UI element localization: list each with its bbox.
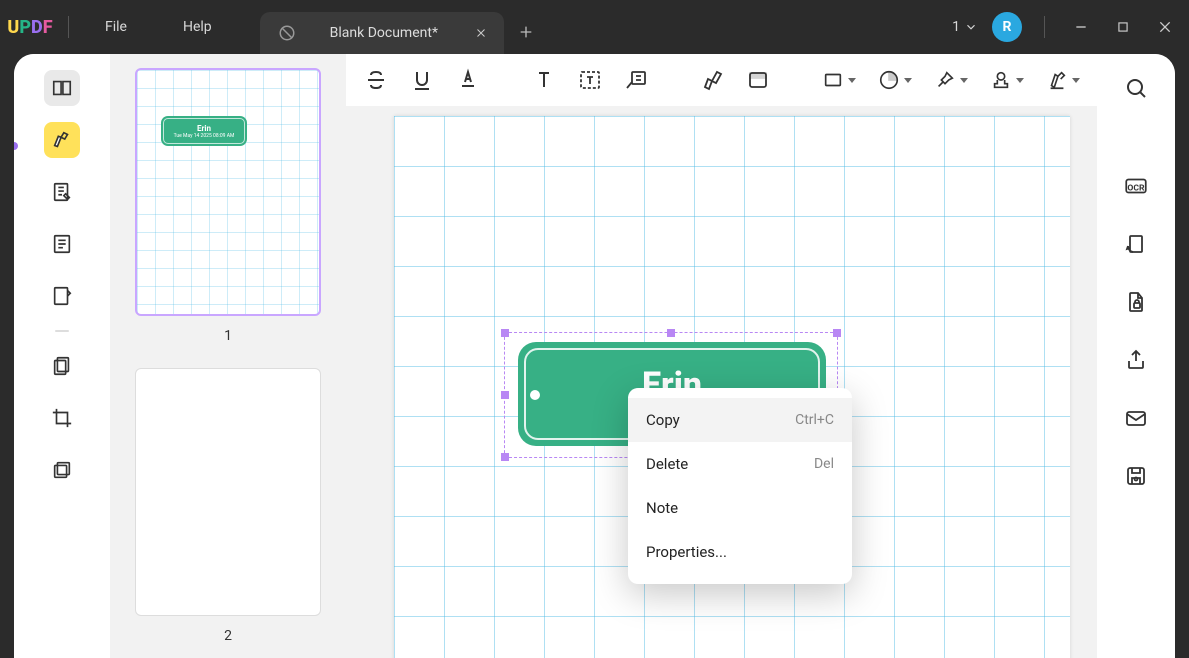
thumb-number: 2 xyxy=(224,628,232,644)
resize-handle-bl[interactable] xyxy=(501,453,509,461)
separator xyxy=(55,330,69,332)
mini-sign: Erin Tue May 14 2025 08:09 AM xyxy=(161,116,247,146)
thumb-number: 1 xyxy=(224,328,232,344)
reader-tool-icon[interactable] xyxy=(44,70,80,106)
text-color-icon[interactable] xyxy=(456,65,480,95)
stamp-icon[interactable] xyxy=(990,65,1024,95)
highlight-icon[interactable] xyxy=(700,65,724,95)
titlebar: UPDF File Help Blank Document* 1 R xyxy=(0,0,1189,54)
edit-tool-icon[interactable] xyxy=(44,174,80,210)
minimize-button[interactable] xyxy=(1067,13,1095,41)
page-indicator-label: 1 xyxy=(952,19,960,35)
context-menu-note[interactable]: Note xyxy=(628,486,852,530)
new-tab-button[interactable] xyxy=(508,10,544,54)
maximize-button[interactable] xyxy=(1109,13,1137,41)
format-toolbar xyxy=(346,54,1097,106)
page[interactable]: Erin Tue M Copy Ctrl+C Delete xyxy=(394,116,1070,658)
help-menu[interactable]: Help xyxy=(155,19,240,35)
highlight-tool-icon[interactable] xyxy=(44,122,80,158)
page-indicator[interactable]: 1 xyxy=(952,19,978,35)
mini-grid xyxy=(137,70,319,314)
text-tool-icon[interactable] xyxy=(44,226,80,262)
thumbnail-panel: Erin Tue May 14 2025 08:09 AM 1 2 xyxy=(110,54,346,658)
pages-tool-icon[interactable] xyxy=(44,348,80,384)
text-box-icon[interactable] xyxy=(578,65,602,95)
avatar[interactable]: R xyxy=(992,12,1022,42)
workspace: Erin Tue May 14 2025 08:09 AM 1 2 xyxy=(14,54,1175,658)
right-rail: OCR xyxy=(1097,54,1175,658)
area-icon[interactable] xyxy=(746,65,770,95)
mini-sign-date: Tue May 14 2025 08:09 AM xyxy=(174,133,235,139)
logo-letter: U xyxy=(7,17,19,38)
context-menu: Copy Ctrl+C Delete Del Note Properties..… xyxy=(628,388,852,584)
resize-handle-tr[interactable] xyxy=(833,329,841,337)
window-controls-group: 1 R xyxy=(952,12,1189,42)
canvas-area[interactable]: Erin Tue M Copy Ctrl+C Delete xyxy=(346,106,1097,658)
context-menu-copy[interactable]: Copy Ctrl+C xyxy=(628,398,852,442)
svg-text:OCR: OCR xyxy=(1127,183,1145,193)
save-icon[interactable] xyxy=(1120,460,1152,492)
strike-icon[interactable] xyxy=(364,65,388,95)
signature-icon[interactable] xyxy=(1046,65,1080,95)
underline-icon[interactable] xyxy=(410,65,434,95)
context-menu-delete[interactable]: Delete Del xyxy=(628,442,852,486)
search-icon[interactable] xyxy=(1120,72,1152,104)
close-button[interactable] xyxy=(1151,13,1179,41)
menu-label: Properties... xyxy=(646,543,727,561)
resize-handle-tl[interactable] xyxy=(501,329,509,337)
chevron-down-icon xyxy=(960,78,968,83)
share-icon[interactable] xyxy=(1120,344,1152,376)
logo-letter: P xyxy=(19,17,31,38)
rectangle-icon[interactable] xyxy=(822,65,856,95)
crop-tool-icon[interactable] xyxy=(44,400,80,436)
ocr-icon[interactable]: OCR xyxy=(1120,170,1152,202)
blank-doc-icon xyxy=(278,24,296,42)
rotate-icon[interactable] xyxy=(1120,228,1152,260)
thumbnail-2 xyxy=(135,368,321,616)
lock-file-icon[interactable] xyxy=(1120,286,1152,318)
context-menu-properties[interactable]: Properties... xyxy=(628,530,852,574)
document-tab[interactable]: Blank Document* xyxy=(260,12,504,54)
divider xyxy=(1044,16,1045,38)
menu-shortcut: Del xyxy=(814,456,834,472)
layers-tool-icon[interactable] xyxy=(44,452,80,488)
tab-close-icon[interactable] xyxy=(472,24,490,42)
side-indicator xyxy=(14,142,18,150)
tabs: Blank Document* xyxy=(260,0,544,54)
thumbnail-page-1[interactable]: Erin Tue May 14 2025 08:09 AM 1 xyxy=(135,68,321,344)
logo-letter: D xyxy=(31,17,43,38)
mini-sign-name: Erin xyxy=(197,124,211,133)
chevron-down-icon xyxy=(964,20,978,34)
left-rail xyxy=(14,54,110,658)
callout-icon[interactable] xyxy=(624,65,648,95)
tab-title: Blank Document* xyxy=(306,25,462,41)
chevron-down-icon xyxy=(904,78,912,83)
divider xyxy=(68,16,69,38)
resize-handle-tm[interactable] xyxy=(667,329,675,337)
menu-label: Delete xyxy=(646,455,688,473)
thumbnail-1: Erin Tue May 14 2025 08:09 AM xyxy=(135,68,321,316)
typewriter-icon[interactable] xyxy=(532,65,556,95)
form-tool-icon[interactable] xyxy=(44,278,80,314)
file-menu[interactable]: File xyxy=(77,19,155,35)
chevron-down-icon xyxy=(1072,78,1080,83)
menu-label: Note xyxy=(646,499,678,517)
chevron-down-icon xyxy=(1016,78,1024,83)
logo-letter: F xyxy=(43,17,53,38)
sticker-icon[interactable] xyxy=(878,65,912,95)
mail-icon[interactable] xyxy=(1120,402,1152,434)
thumbnail-page-2[interactable]: 2 xyxy=(135,368,321,644)
resize-handle-ml[interactable] xyxy=(501,391,509,399)
menu-shortcut: Ctrl+C xyxy=(795,412,834,428)
menu-label: Copy xyxy=(646,411,680,429)
chevron-down-icon xyxy=(848,78,856,83)
app-logo: UPDF xyxy=(0,17,60,38)
pin-icon[interactable] xyxy=(934,65,968,95)
